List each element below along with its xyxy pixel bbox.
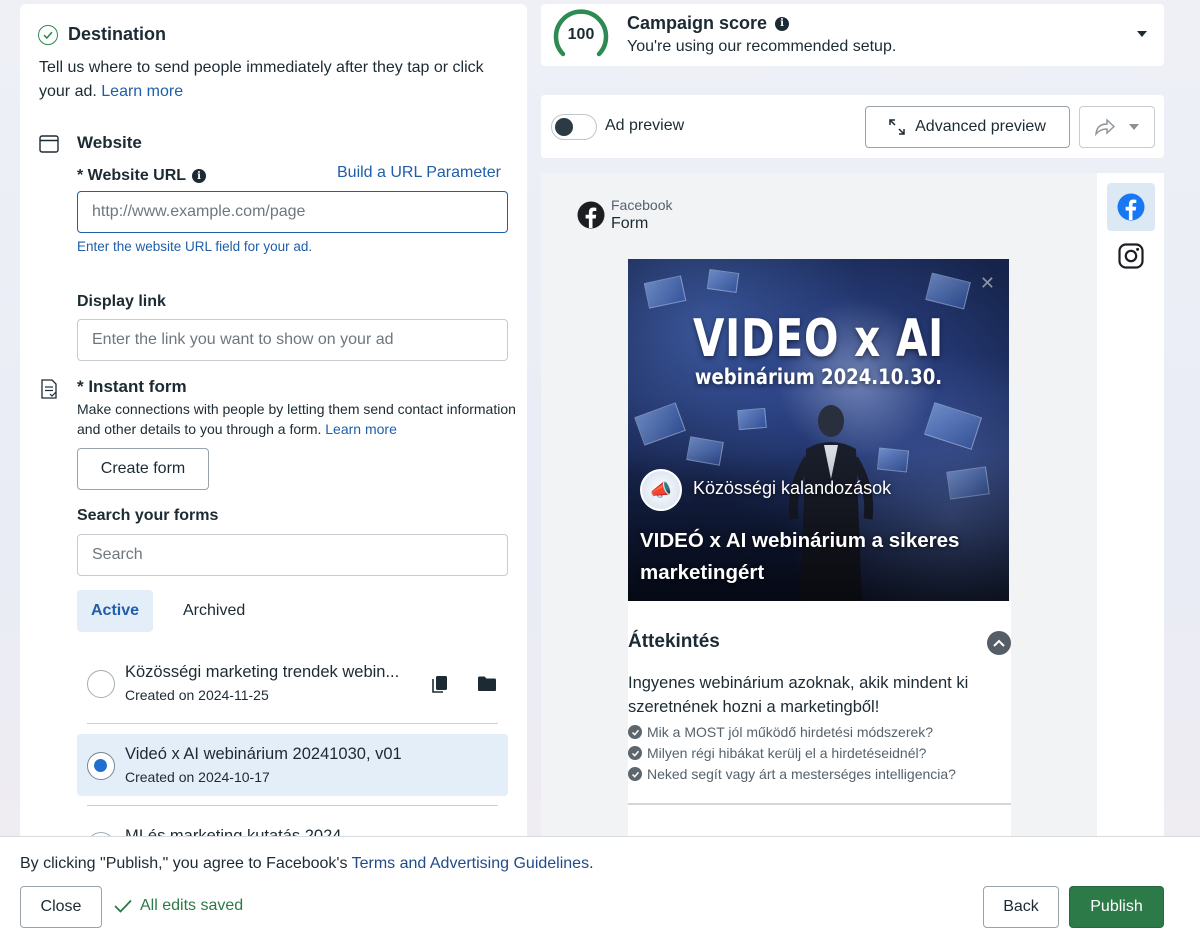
tab-archived[interactable]: Archived [169, 590, 259, 632]
overview-text: Ingyenes webinárium azoknak, akik minden… [628, 674, 969, 716]
ad-preview-area: Facebook Form VIDEO x AI webinárium 2024… [541, 173, 1097, 881]
info-icon[interactable]: i [775, 16, 790, 31]
footer-bar: By clicking "Publish," you agree to Face… [0, 836, 1200, 942]
facebook-icon [1117, 193, 1145, 221]
terms-link[interactable]: Terms and Advertising Guidelines [352, 855, 589, 872]
destination-panel: Destination Tell us where to send people… [20, 4, 527, 864]
creative-title: VIDEO x AI [692, 309, 945, 369]
instagram-platform-button[interactable] [1107, 232, 1155, 280]
chevron-up-icon[interactable] [987, 631, 1011, 655]
instant-form-title: * Instant form [77, 377, 187, 396]
card-divider [628, 803, 1011, 805]
destination-description: Tell us where to send people immediately… [39, 59, 484, 100]
form-created-date: Created on 2024-10-17 [125, 769, 270, 785]
expand-icon [889, 119, 905, 135]
chevron-down-icon[interactable] [1137, 31, 1147, 37]
checkmark-icon [114, 899, 132, 913]
close-icon: ✕ [979, 273, 995, 293]
display-link-label: Display link [77, 293, 166, 310]
list-divider [87, 805, 498, 806]
chevron-down-icon [1129, 124, 1139, 130]
campaign-score-title: Campaign score i [627, 13, 790, 34]
destination-learn-more-link[interactable]: Learn more [101, 83, 183, 100]
duplicate-icon[interactable] [429, 674, 449, 699]
list-divider [87, 723, 498, 724]
share-button[interactable] [1079, 106, 1155, 148]
website-option-title: Website [77, 133, 142, 152]
instagram-icon [1118, 243, 1144, 269]
ad-preview-toggle[interactable] [551, 114, 597, 140]
website-url-label: * Website URL i [77, 167, 207, 185]
overview-bullet: Milyen régi hibákat kerülj el a hirdetés… [628, 745, 926, 761]
instant-form-description: Make connections with people by letting … [77, 401, 516, 437]
folder-icon[interactable] [477, 675, 497, 697]
publish-agreement: By clicking "Publish," you agree to Face… [20, 855, 594, 872]
publish-button[interactable]: Publish [1069, 886, 1164, 928]
form-name: Videó x AI webinárium 20241030, v01 [125, 745, 402, 763]
overview-bullet: Neked segít vagy árt a mesterséges intel… [628, 766, 956, 782]
form-radio-checked[interactable] [87, 752, 115, 780]
form-list-item-selected[interactable]: Videó x AI webinárium 20241030, v01 Crea… [77, 734, 508, 796]
form-list-item[interactable]: Közösségi marketing trendek webin... Cre… [77, 652, 508, 714]
placement-label: Facebook Form [611, 197, 673, 232]
check-circle-icon [38, 24, 58, 45]
form-radio[interactable] [87, 670, 115, 698]
display-link-input[interactable] [77, 319, 508, 361]
save-status: All edits saved [114, 897, 243, 915]
share-icon [1095, 118, 1115, 136]
campaign-score-card[interactable]: 100 Campaign score i You're using our re… [541, 4, 1164, 66]
page-avatar: 📣 [640, 469, 682, 511]
overview-title: Áttekintés [628, 631, 720, 652]
advanced-preview-button[interactable]: Advanced preview [865, 106, 1070, 148]
tab-active[interactable]: Active [77, 590, 154, 632]
creative-headline: VIDEÓ x AI webinárium a sikeres marketin… [640, 529, 960, 584]
preview-toolbar: Ad preview Advanced preview [541, 95, 1164, 158]
platform-switcher [1097, 173, 1164, 873]
ad-preview-label: Ad preview [605, 117, 685, 134]
facebook-logo-icon [577, 201, 605, 234]
facebook-platform-button[interactable] [1107, 183, 1155, 231]
search-forms-input[interactable] [77, 534, 508, 576]
destination-title: Destination [68, 24, 167, 44]
back-button[interactable]: Back [983, 886, 1059, 928]
search-forms-label: Search your forms [77, 507, 219, 524]
ad-creative-image: VIDEO x AI webinárium 2024.10.30. ✕ 📣 Kö… [628, 259, 1009, 601]
build-url-parameter-link[interactable]: Build a URL Parameter [337, 164, 501, 182]
info-icon[interactable]: i [192, 169, 207, 183]
destination-header: Destination [38, 24, 166, 45]
website-url-input[interactable] [77, 191, 508, 233]
form-name: Közösségi marketing trendek webin... [125, 663, 400, 681]
create-form-button[interactable]: Create form [77, 448, 209, 490]
overview-bullet: Mik a MOST jól működő hirdetési módszere… [628, 724, 933, 740]
page-name: Közösségi kalandozások [693, 478, 892, 498]
check-icon [628, 767, 642, 781]
check-icon [628, 746, 642, 760]
form-created-date: Created on 2024-11-25 [125, 687, 269, 703]
browser-window-icon [39, 135, 59, 158]
instant-form-learn-more-link[interactable]: Learn more [325, 421, 397, 437]
campaign-score-subtitle: You're using our recommended setup. [627, 38, 897, 55]
campaign-score-value: 100 [567, 26, 595, 43]
website-url-helper: Enter the website URL field for your ad. [77, 239, 313, 254]
creative-subtitle: webinárium 2024.10.30. [694, 365, 943, 389]
check-icon [628, 725, 642, 739]
form-document-icon [40, 379, 58, 404]
close-button[interactable]: Close [20, 886, 102, 928]
